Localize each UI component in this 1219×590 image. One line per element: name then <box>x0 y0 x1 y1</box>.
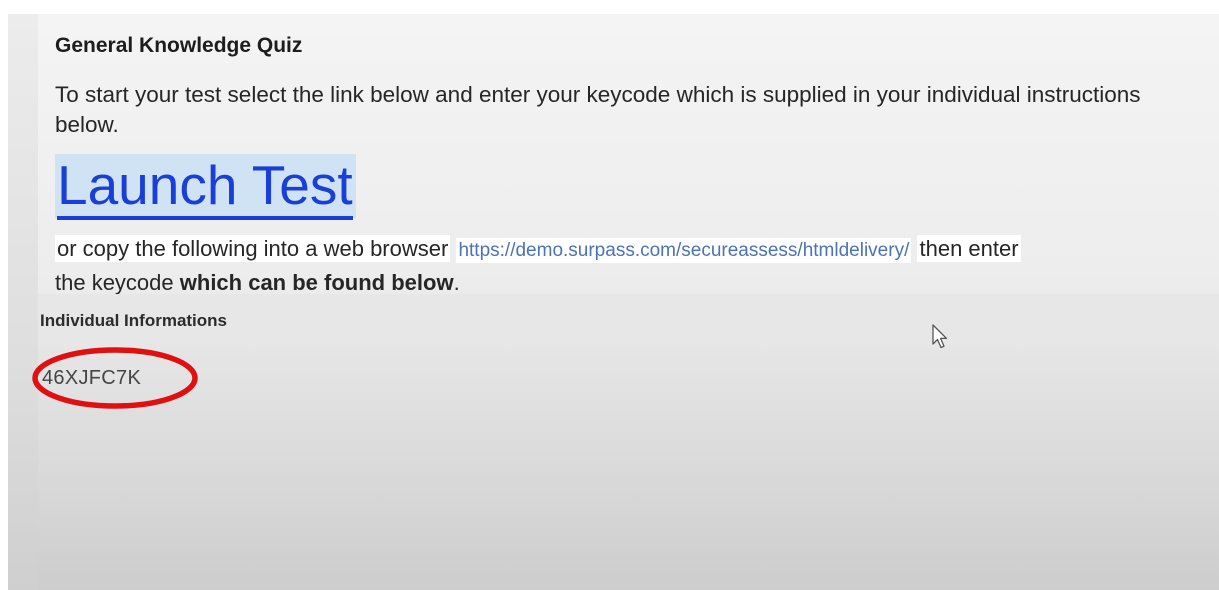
copy-period: . <box>453 270 460 295</box>
delivery-url-link[interactable]: https://demo.surpass.com/secureassess/ht… <box>456 238 912 263</box>
mouse-pointer-icon <box>932 324 948 349</box>
copy-instructions: or copy the following into a web browser… <box>55 233 1205 299</box>
page-frame: General Knowledge Quiz To start your tes… <box>8 14 1219 590</box>
launch-test-highlight: Launch Test <box>55 154 356 220</box>
annotation-circle <box>32 347 198 409</box>
individual-info-title: Individual Informations <box>40 311 228 330</box>
copy-bold-text: which can be found below <box>179 270 454 295</box>
copy-prefix-text: or copy the following into a web browser <box>55 235 451 262</box>
copy-then-text: then enter <box>917 235 1021 262</box>
instructions-text: To start your test select the link below… <box>55 82 1141 137</box>
copy-keycode-text: the keycode <box>55 270 174 295</box>
quiz-title: General Knowledge Quiz <box>55 34 303 57</box>
launch-test-link[interactable]: Launch Test <box>57 154 353 220</box>
left-margin-strip <box>8 14 38 590</box>
keycode-area: 46XJFC7K <box>30 345 200 411</box>
individual-info-header: Individual Informations <box>38 294 1219 347</box>
